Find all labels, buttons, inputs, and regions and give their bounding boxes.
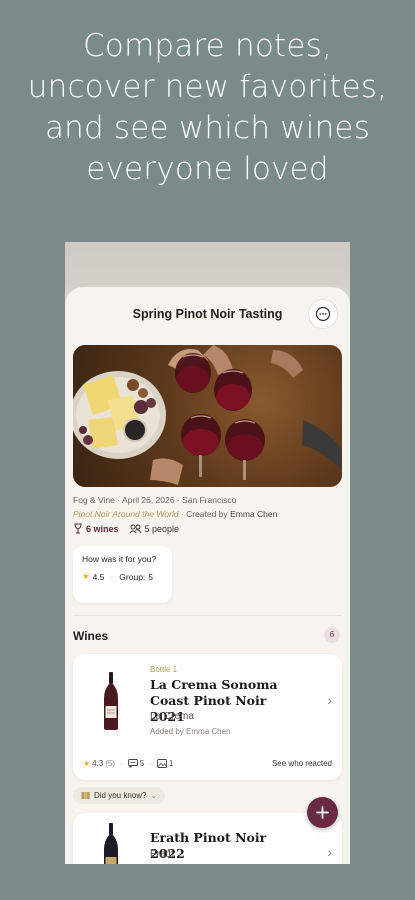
event-stats: 6 wines 5 people [73, 523, 179, 534]
added-by: Added by Emma Chen [150, 727, 231, 736]
wine-bottle-icon [104, 672, 118, 730]
event-collection-row: Pinot Noir Around the World · Created by… [73, 509, 277, 519]
event-meta: Fog & Vine · April 26, 2026 · San Franci… [73, 495, 236, 505]
rating-row: ★ 4.5 · Group: 5 [82, 571, 163, 582]
wine-producer: La Crema [150, 711, 194, 722]
headline-line: uncover new favorites, [27, 69, 388, 105]
wine-producer: Erath [150, 849, 174, 860]
wine-card-footer: ★ 4.3 (5) · 5 · 1 See who reacted [83, 759, 332, 768]
wine-glass-icon [74, 523, 82, 534]
see-who-reacted-link[interactable]: See who reacted [272, 759, 332, 768]
headline-line: everyone loved [86, 151, 329, 187]
separator: · [110, 571, 114, 582]
rating-question: How was it for you? [82, 554, 157, 564]
star-icon: ★ [83, 759, 91, 768]
comment-icon [127, 759, 138, 768]
my-rating-card[interactable]: How was it for you? ★ 4.5 · Group: 5 [73, 546, 172, 603]
wines-stat-label: 6 wines [86, 523, 119, 534]
star-icon: ★ [82, 571, 90, 581]
event-sheet: Spring Pinot Noir Tasting Fog & Vine · A… [65, 287, 350, 864]
phone-screen: Spring Pinot Noir Tasting Fog & Vine · A… [65, 242, 350, 864]
wines-stat[interactable]: 6 wines [73, 523, 119, 534]
add-wine-button[interactable] [307, 797, 338, 828]
event-city: San Francisco [182, 495, 237, 505]
event-date: April 26, 2026 [122, 495, 175, 505]
photo-icon [156, 759, 167, 768]
wine-rating: 4.3 [92, 759, 104, 768]
wine-bottle-icon [104, 823, 118, 864]
ellipsis-icon [315, 306, 331, 322]
backdrop [65, 242, 350, 290]
event-photo [73, 345, 342, 487]
wines-count-badge: 6 [324, 627, 340, 643]
wine-card[interactable]: Erath Pinot Noir 2022 Erath › [73, 813, 342, 864]
did-you-know-toggle[interactable]: Did you know? ⌄ [73, 787, 166, 804]
divider [73, 615, 342, 616]
people-stat-label: 5 people [144, 523, 180, 534]
comment-count: 5 [139, 759, 145, 768]
wines-heading: Wines [73, 629, 109, 643]
wine-rating-count: (5) [105, 759, 116, 768]
people-icon [128, 524, 141, 533]
bottle-number: Bottle 1 [150, 665, 178, 674]
headline-line: Compare notes, [82, 28, 333, 64]
headline-line: and see which wines [44, 110, 371, 146]
collection-link[interactable]: Pinot Noir Around the World [73, 509, 179, 519]
group-label: Group: [119, 571, 146, 582]
venue: Fog & Vine [73, 495, 115, 505]
plus-icon [316, 806, 329, 819]
my-rating-value: 4.5 [92, 571, 105, 582]
more-options-button[interactable] [308, 299, 338, 329]
chevron-right-icon: › [327, 692, 332, 708]
separator: · [120, 759, 123, 768]
did-you-know-label: Did you know? [94, 791, 147, 800]
group-rating-value: 5 [148, 571, 154, 582]
chevron-down-icon: ⌄ [150, 791, 158, 800]
wine-card[interactable]: Bottle 1 La Crema Sonoma Coast Pinot Noi… [73, 654, 342, 780]
map-icon [81, 792, 90, 799]
cheers-illustration [73, 345, 342, 485]
creator-name: Emma Chen [230, 509, 278, 519]
chevron-right-icon: › [327, 844, 332, 860]
separator: · [149, 759, 152, 768]
photo-count: 1 [168, 759, 174, 768]
marketing-headline: Compare notes, uncover new favorites, an… [0, 26, 415, 190]
people-stat[interactable]: 5 people [128, 523, 180, 534]
created-by-label: Created by [186, 509, 228, 519]
